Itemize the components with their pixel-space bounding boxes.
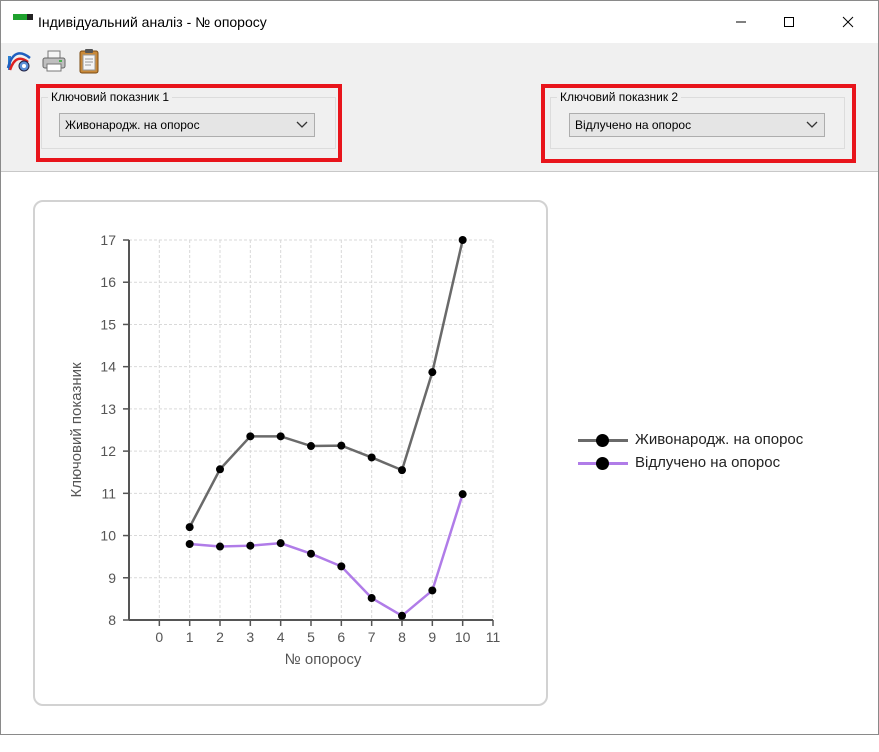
data-point-series1 [216, 465, 224, 474]
y-tick-label: 12 [100, 443, 116, 459]
highlight-box-2 [541, 84, 856, 163]
data-point-series1 [398, 466, 406, 475]
data-point-series1 [337, 441, 346, 450]
x-tick-label: 9 [428, 629, 436, 645]
app-icon [13, 14, 33, 22]
close-icon [842, 16, 854, 28]
x-tick-label: 0 [155, 629, 163, 645]
data-point-series2 [185, 540, 194, 548]
x-tick-label: 8 [398, 629, 406, 645]
x-axis-label: № опоросу [285, 651, 362, 668]
data-point-series2 [216, 542, 224, 551]
y-tick-label: 11 [101, 485, 116, 501]
data-point-series2 [307, 549, 315, 558]
data-point-series2 [246, 541, 255, 550]
analysis-window: Індивідуальний аналіз - № опоросу Ключов… [0, 0, 879, 735]
x-tick-label: 10 [455, 629, 471, 645]
clipboard-icon [79, 49, 99, 74]
data-point-series1 [246, 432, 255, 441]
y-tick-label: 8 [108, 612, 116, 628]
x-tick-label: 2 [216, 629, 224, 645]
y-tick-label: 15 [100, 316, 116, 332]
y-tick-label: 16 [100, 274, 116, 290]
x-tick-label: 7 [368, 629, 376, 645]
chart-area: 0 1 2 3 4 5 6 7 8 9 10 11 8 9 10 11 12 13 14 15 16 17 № опорос… [1, 172, 878, 734]
chart-settings-button[interactable] [5, 46, 35, 76]
maximize-icon [784, 17, 794, 27]
y-tick-label: 9 [108, 570, 116, 586]
data-point-series1 [307, 442, 315, 451]
x-tick-label: 3 [246, 629, 254, 645]
y-axis-label: Ключовий показник [68, 362, 85, 498]
data-point-series1 [276, 432, 285, 441]
clipboard-button[interactable] [74, 46, 104, 76]
print-button[interactable] [39, 46, 69, 76]
minimize-button[interactable] [718, 1, 764, 43]
data-point-series2 [428, 586, 437, 595]
close-button[interactable] [825, 1, 871, 43]
legend-label-series2: Відлучено на опорос [635, 454, 781, 471]
printer-icon [42, 50, 66, 72]
legend-label-series1: Живонародж. на опорос [635, 431, 804, 448]
chart-legend: Живонародж. на опорос Відлучено на опоро… [578, 430, 858, 476]
line-chart: 0 1 2 3 4 5 6 7 8 9 10 11891011121314151617№ опорос… [68, 232, 501, 668]
highlight-box-1 [36, 84, 342, 162]
title-bar: Індивідуальний аналіз - № опоросу [1, 1, 878, 43]
series-line-1 [188, 239, 464, 528]
chart-settings-icon [6, 52, 31, 72]
data-point-series1 [367, 453, 376, 462]
maximize-button[interactable] [766, 1, 812, 43]
legend-marker-series2 [596, 457, 609, 470]
y-tick-label: 10 [100, 528, 116, 544]
window-title: Індивідуальний аналіз - № опоросу [38, 14, 267, 30]
x-tick-label: 1 [186, 629, 194, 645]
data-point-series1 [428, 368, 437, 377]
data-point-series2 [458, 490, 467, 499]
legend-marker-series1 [596, 434, 609, 447]
minimize-icon [736, 21, 746, 23]
x-tick-label: 6 [337, 629, 345, 645]
data-point-series2 [276, 539, 285, 548]
y-tick-label: 13 [100, 401, 116, 417]
x-tick-label: 4 [277, 629, 285, 645]
data-point-series2 [367, 594, 376, 603]
data-point-series1 [185, 523, 194, 532]
y-tick-label: 14 [100, 359, 116, 375]
data-point-series2 [398, 611, 406, 620]
data-point-series2 [337, 562, 346, 571]
series-line-2 [189, 493, 464, 618]
data-point-series1 [458, 236, 467, 244]
legend-item-series2: Відлучено на опорос [578, 453, 858, 476]
toolbar [1, 43, 878, 77]
legend-item-series1: Живонародж. на опорос [578, 430, 858, 453]
x-tick-label: 11 [486, 629, 501, 645]
y-tick-label: 17 [100, 232, 116, 248]
x-tick-label: 5 [307, 629, 315, 645]
indicator-panel: Ключовий показник 1 Живонародж. на опоро… [1, 77, 878, 172]
